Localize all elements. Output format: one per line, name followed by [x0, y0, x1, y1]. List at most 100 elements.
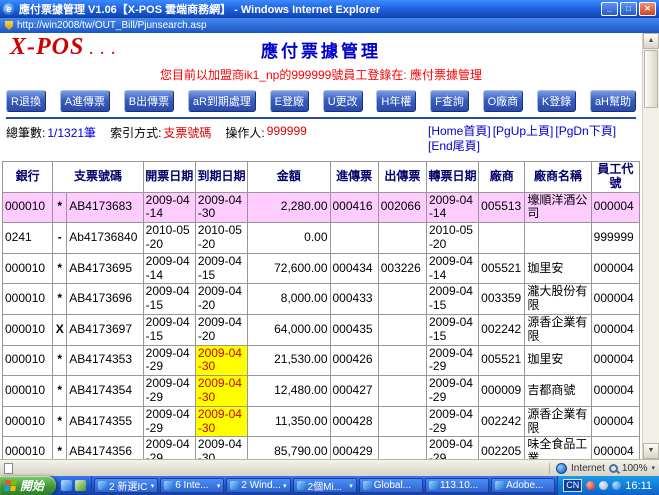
cell-vendor — [479, 223, 525, 254]
toolbar-button-6[interactable]: H年權 — [376, 90, 416, 112]
cell-amount: 64,000.00 — [248, 314, 330, 345]
nav-link-2[interactable]: [PgDn下頁] — [555, 124, 616, 138]
cell-open: 2009-04-14 — [143, 192, 195, 223]
cell-transfer: 2009-04-29 — [426, 406, 478, 437]
taskbar-button-1[interactable]: 6 Inte...▾ — [160, 478, 224, 493]
cell-emp: 000004 — [591, 406, 639, 437]
toolbar-button-10[interactable]: aH幫助 — [590, 90, 636, 112]
cell-vendor_name: 味全食品工業 — [525, 437, 591, 459]
cell-amount: 21,530.00 — [248, 345, 330, 376]
toolbar-button-1[interactable]: A進傳票 — [60, 90, 110, 112]
toolbar-button-3[interactable]: aR到期處理 — [188, 90, 256, 112]
taskbar-button-6[interactable]: Adobe... — [491, 478, 555, 493]
vertical-scrollbar[interactable]: ▲ ▼ — [642, 33, 659, 459]
language-indicator[interactable]: CN — [563, 479, 582, 492]
url-text: http://win2008/tw/OUT_Bill/Pjunsearch.as… — [17, 20, 207, 31]
cell-vendor_name: 瀧大股份有限 — [525, 284, 591, 315]
address-bar[interactable]: http://win2008/tw/OUT_Bill/Pjunsearch.as… — [0, 18, 659, 33]
cell-emp: 000004 — [591, 192, 639, 223]
cell-vendor_name — [525, 223, 591, 254]
document-icon — [4, 463, 13, 474]
taskbar-button-3[interactable]: 2個Mi...▾ — [293, 478, 357, 493]
table-row[interactable]: 0241-Ab417368402010-05-202010-05-200.002… — [3, 223, 640, 254]
tray-shield-icon[interactable] — [586, 481, 595, 490]
cell-vendor: 005513 — [479, 192, 525, 223]
cell-emp: 000004 — [591, 376, 639, 407]
close-button[interactable]: ✕ — [639, 2, 656, 16]
scrollbar-track[interactable] — [643, 109, 659, 443]
scroll-down-icon[interactable]: ▼ — [643, 443, 659, 459]
cell-check: AB4173683 — [67, 192, 143, 223]
cell-mark: X — [53, 314, 67, 345]
toolbar-button-0[interactable]: R退換 — [6, 90, 46, 112]
task-label: 2 新選IC — [109, 478, 149, 493]
tray-volume-icon[interactable] — [599, 481, 608, 490]
taskbar-button-2[interactable]: 2 Wind...▾ — [226, 478, 290, 493]
quicklaunch-desktop-icon[interactable] — [75, 480, 86, 491]
table-row[interactable]: 000010*AB41743532009-04-292009-04-3021,5… — [3, 345, 640, 376]
table-row[interactable]: 000010*AB41736962009-04-152009-04-208,00… — [3, 284, 640, 315]
task-label: 113.10... — [440, 480, 485, 491]
start-button[interactable]: 開始 — [0, 476, 56, 495]
shield-icon — [5, 21, 13, 30]
cell-out: 002066 — [378, 192, 426, 223]
taskbar-button-5[interactable]: 113.10... — [425, 478, 489, 493]
cell-in: 000428 — [330, 406, 378, 437]
table-row[interactable]: 000010*AB41743542009-04-292009-04-3012,4… — [3, 376, 640, 407]
xpos-logo: X-POS . . . — [10, 34, 117, 61]
nav-link-1[interactable]: [PgUp上頁] — [493, 124, 554, 138]
nav-link-3[interactable]: [End尾頁] — [428, 139, 480, 153]
toolbar-button-7[interactable]: F查詢 — [430, 90, 469, 112]
chevron-down-icon: ▾ — [217, 482, 221, 490]
zoom-level[interactable]: 100% — [622, 463, 648, 474]
table-row[interactable]: 000010XAB41736972009-04-152009-04-2064,0… — [3, 314, 640, 345]
nav-link-0[interactable]: [Home首頁] — [428, 124, 491, 138]
cell-vendor_name: 源香企業有限 — [525, 406, 591, 437]
cell-due: 2009-04-20 — [195, 314, 247, 345]
cell-transfer: 2009-04-14 — [426, 253, 478, 284]
statusbar: Internet 100% ▾ — [0, 459, 659, 476]
cell-transfer: 2009-04-29 — [426, 345, 478, 376]
app-icon — [230, 481, 239, 490]
total-label: 總筆數: — [6, 124, 45, 141]
cell-mark: * — [53, 192, 67, 223]
quicklaunch-ie-icon[interactable] — [61, 480, 72, 491]
toolbar-button-8[interactable]: O廠商 — [483, 90, 524, 112]
tray-network-icon[interactable] — [612, 481, 621, 490]
toolbar-button-4[interactable]: E登廠 — [270, 90, 309, 112]
cell-due: 2009-04-30 — [195, 192, 247, 223]
taskbar-button-4[interactable]: Global... — [359, 478, 423, 493]
cell-emp: 000004 — [591, 345, 639, 376]
taskbar-button-0[interactable]: 2 新選IC▾ — [94, 478, 158, 493]
cell-in — [330, 223, 378, 254]
toolbar-button-5[interactable]: U更改 — [323, 90, 363, 112]
cell-out — [378, 314, 426, 345]
table-row[interactable]: 000010*AB41736832009-04-142009-04-302,28… — [3, 192, 640, 223]
table-row[interactable]: 000010*AB41743552009-04-292009-04-3011,3… — [3, 406, 640, 437]
cell-emp: 000004 — [591, 253, 639, 284]
toolbar-button-2[interactable]: B出傳票 — [124, 90, 174, 112]
quick-launch — [56, 476, 92, 495]
page-nav: [Home首頁][PgUp上頁][PgDn下頁] [End尾頁] — [426, 124, 636, 154]
maximize-button[interactable]: □ — [620, 2, 637, 16]
scrollbar-thumb[interactable] — [644, 50, 658, 108]
table-row[interactable]: 000010*AB41743562009-04-292009-04-3085,7… — [3, 437, 640, 459]
cell-amount: 11,350.00 — [248, 406, 330, 437]
scroll-up-icon[interactable]: ▲ — [643, 33, 659, 49]
table-row[interactable]: 000010*AB41736952009-04-142009-04-1572,6… — [3, 253, 640, 284]
cell-open: 2009-04-15 — [143, 314, 195, 345]
toolbar-button-9[interactable]: K登錄 — [537, 90, 576, 112]
index-label: 索引方式: — [110, 124, 161, 141]
cell-bank: 000010 — [3, 376, 53, 407]
cell-check: AB4174356 — [67, 437, 143, 459]
cell-open: 2009-04-29 — [143, 376, 195, 407]
minimize-button[interactable]: _ — [601, 2, 618, 16]
col-header-in-voucher: 進傳票 — [330, 162, 378, 193]
cell-in: 000434 — [330, 253, 378, 284]
taskbar-clock: 16:11 — [625, 480, 652, 492]
cell-out — [378, 345, 426, 376]
cell-vendor_name: 吉都商號 — [525, 376, 591, 407]
cell-due: 2010-05-20 — [195, 223, 247, 254]
zoom-dropdown-icon[interactable]: ▾ — [651, 464, 655, 472]
cell-mark: * — [53, 284, 67, 315]
